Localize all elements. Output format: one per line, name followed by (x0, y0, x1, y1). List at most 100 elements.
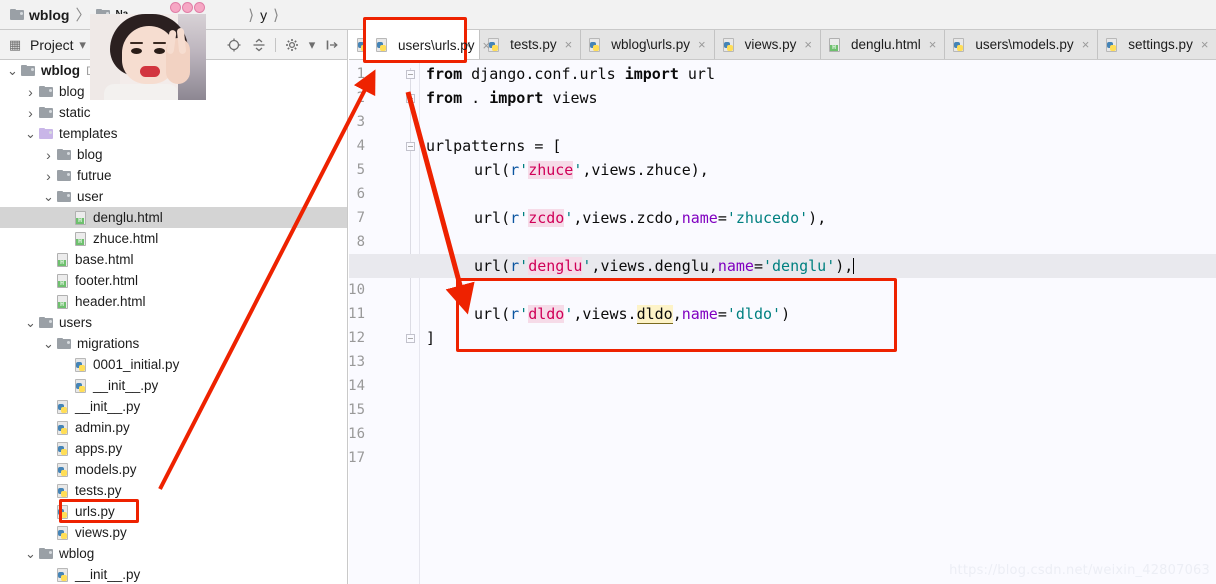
python-file-icon (376, 38, 389, 52)
chevron-right-icon[interactable]: › (24, 105, 37, 121)
flower-sticker-icon (182, 2, 193, 13)
line-number-11: 11 (349, 306, 365, 322)
tree-item-label: tests.py (75, 483, 122, 498)
editor-scrollbar[interactable] (1203, 60, 1216, 584)
tree-item-label: zhuce.html (93, 231, 159, 246)
tree-item-urls-py[interactable]: urls.py (0, 501, 347, 522)
fold-toggle-line-1[interactable] (404, 62, 417, 86)
folder-icon (57, 170, 71, 181)
close-icon[interactable]: × (804, 37, 812, 52)
python-file-icon (57, 483, 70, 498)
code-line-12[interactable]: ] (426, 326, 435, 350)
tree-item-wblog[interactable]: ⌄ wblog (0, 543, 347, 564)
editor-tab-denglu-html[interactable]: Hdenglu.html × (821, 30, 946, 59)
tree-item-user[interactable]: ⌄ user (0, 186, 347, 207)
tree-item-label: templates (59, 126, 118, 141)
code-line-2[interactable]: from . import views (426, 86, 598, 110)
locate-target-icon[interactable] (225, 36, 243, 54)
annotation-tab-label-overlay: users\urls.py × (368, 32, 498, 58)
tree-item---init---py[interactable]: __init__.py (0, 375, 347, 396)
code-line-9[interactable]: url(r'denglu',views.denglu,name='denglu'… (474, 254, 855, 278)
project-tree[interactable]: ⌄wblogD›blog›static⌄templates›blog›futru… (0, 60, 348, 584)
breadcrumb-item-wblog[interactable]: wblog (10, 7, 69, 23)
folder-open-icon (39, 128, 53, 139)
tree-item-users[interactable]: ⌄ users (0, 312, 347, 333)
tree-item-label: views.py (75, 525, 127, 540)
folder-icon (10, 9, 24, 20)
chevron-down-icon[interactable]: ⌄ (24, 127, 37, 140)
tree-item-admin-py[interactable]: admin.py (0, 417, 347, 438)
close-icon[interactable]: × (1201, 37, 1209, 52)
tree-item-futrue[interactable]: › futrue (0, 165, 347, 186)
tree-item-templates[interactable]: ⌄ templates (0, 123, 347, 144)
tree-item-models-py[interactable]: models.py (0, 459, 347, 480)
tree-item-tests-py[interactable]: tests.py (0, 480, 347, 501)
folder-icon (57, 338, 71, 349)
chevron-right-icon[interactable]: › (24, 84, 37, 100)
editor-tab-wblog-urls-py[interactable]: wblog\urls.py × (581, 30, 715, 59)
project-panel-icon: ▦ (8, 36, 22, 52)
tree-item-blog[interactable]: › blog (0, 144, 347, 165)
editor-tab-label: denglu.html (851, 37, 921, 52)
python-file-icon (75, 378, 88, 393)
line-number-6: 6 (356, 186, 365, 202)
tree-item-label: admin.py (75, 420, 130, 435)
chevron-right-icon[interactable]: › (42, 147, 55, 163)
tree-item-label: __init__.py (75, 399, 141, 414)
tree-item-denglu-html[interactable]: Hdenglu.html (0, 207, 347, 228)
tree-item-label: wblog (59, 546, 95, 561)
line-number-14: 14 (349, 378, 365, 394)
close-icon[interactable]: × (565, 37, 573, 52)
code-line-4[interactable]: urlpatterns = [ (426, 134, 561, 158)
tree-item---init---py[interactable]: __init__.py (0, 564, 347, 584)
code-line-7[interactable]: url(r'zcdo',views.zcdo,name='zhucedo'), (474, 206, 826, 230)
project-dropdown-caret-icon[interactable]: ▾ (74, 36, 92, 54)
gear-caret-icon[interactable]: ▾ (308, 36, 316, 54)
editor-tab-settings-py[interactable]: settings.py × (1098, 30, 1216, 59)
tree-item---init---py[interactable]: __init__.py (0, 396, 347, 417)
breadcrumb-separator-icon: ⟩ (248, 6, 255, 24)
fold-toggle-line-4[interactable] (404, 134, 417, 158)
tree-item-zhuce-html[interactable]: Hzhuce.html (0, 228, 347, 249)
chevron-down-icon[interactable]: ⌄ (42, 190, 55, 203)
tree-item-label: wblog (41, 63, 80, 78)
tree-item-footer-html[interactable]: Hfooter.html (0, 270, 347, 291)
tree-item-views-py[interactable]: views.py (0, 522, 347, 543)
chevron-down-icon[interactable]: ⌄ (24, 547, 37, 560)
tree-item-0001-initial-py[interactable]: 0001_initial.py (0, 354, 347, 375)
tree-item-base-html[interactable]: Hbase.html (0, 249, 347, 270)
tree-item-static[interactable]: › static (0, 102, 347, 123)
close-icon[interactable]: × (698, 37, 706, 52)
folder-icon (57, 191, 71, 202)
fold-toggle-line-12[interactable] (404, 326, 417, 350)
tree-item-label: migrations (77, 336, 140, 351)
collapse-all-icon[interactable] (250, 36, 268, 54)
editor-tab-label: wblog\urls.py (611, 37, 691, 52)
tree-item-apps-py[interactable]: apps.py (0, 438, 347, 459)
python-file-icon (75, 357, 88, 372)
line-number-3: 3 (356, 114, 365, 130)
tree-item-label: header.html (75, 294, 146, 309)
settings-gear-icon[interactable] (283, 36, 301, 54)
tree-item-header-html[interactable]: Hheader.html (0, 291, 347, 312)
chevron-down-icon[interactable]: ⌄ (42, 337, 55, 350)
chevron-right-icon[interactable]: › (42, 168, 55, 184)
editor-tab-users-models-py[interactable]: users\models.py × (945, 30, 1099, 59)
close-icon[interactable]: × (929, 37, 937, 52)
breadcrumb-item-y[interactable]: y (260, 7, 267, 23)
editor-gutter[interactable]: 1234567891011121314151617 (349, 60, 419, 584)
breadcrumb-stickers (170, 2, 205, 13)
tree-item-migrations[interactable]: ⌄ migrations (0, 333, 347, 354)
python-file-icon (57, 441, 70, 456)
chevron-down-icon[interactable]: ⌄ (24, 316, 37, 329)
close-icon[interactable]: × (1082, 37, 1090, 52)
code-line-1[interactable]: from django.conf.urls import url (426, 62, 715, 86)
fold-toggle-line-2[interactable] (404, 86, 417, 110)
editor-tab-views-py[interactable]: views.py × (714, 30, 821, 59)
close-icon[interactable]: × (483, 38, 491, 53)
tree-item-label: blog (77, 147, 103, 162)
hide-panel-icon[interactable] (323, 36, 341, 54)
code-line-5[interactable]: url(r'zhuce',views.zhuce), (474, 158, 709, 182)
overlay-photo (90, 14, 206, 100)
chevron-down-icon[interactable]: ⌄ (6, 64, 19, 77)
